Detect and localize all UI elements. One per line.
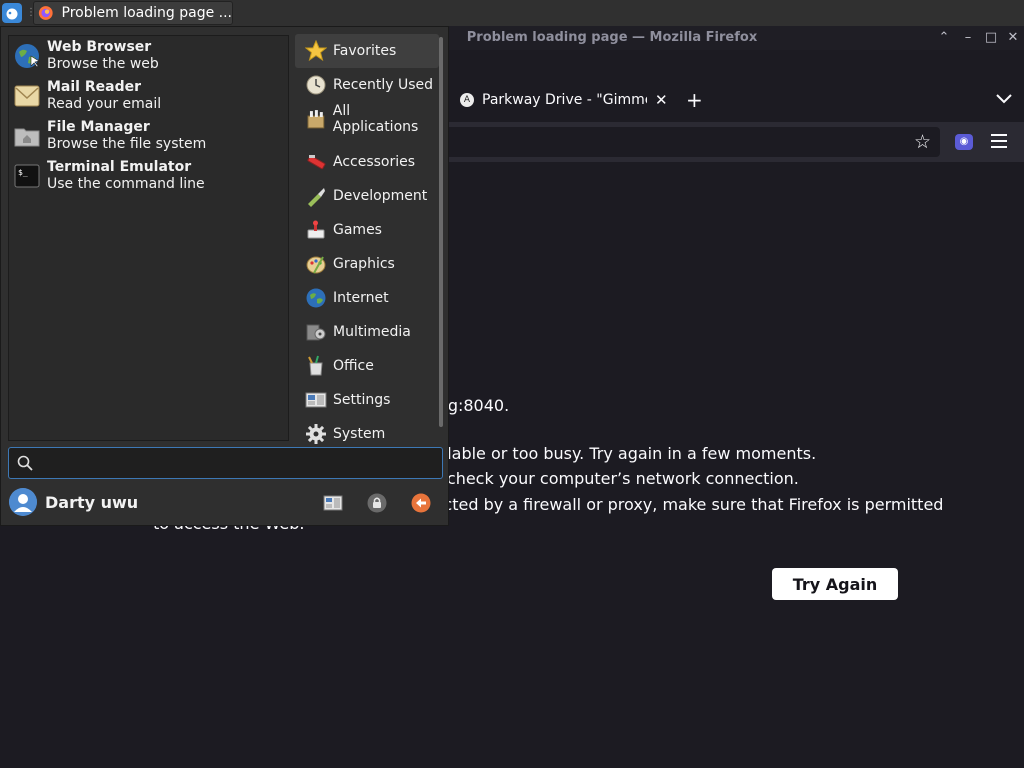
games-icon (307, 220, 325, 239)
search-input[interactable] (41, 452, 435, 476)
category-label: System (333, 426, 386, 442)
star-icon (305, 40, 327, 62)
whisker-menu-icon[interactable] (2, 3, 22, 23)
lock-screen-button[interactable] (367, 493, 387, 513)
try-again-button[interactable]: Try Again (772, 568, 898, 600)
settings-icon (305, 392, 327, 408)
maximize-button[interactable]: □ (983, 30, 999, 46)
category-system[interactable]: System (295, 417, 439, 451)
taskbar-label: Problem loading page ... (61, 5, 232, 21)
whisker-menu: Web Browser Browse the web Mail Reader R… (0, 26, 449, 526)
log-out-button[interactable] (411, 493, 431, 513)
office-icon (308, 355, 323, 376)
close-tab-icon[interactable]: ✕ (655, 91, 668, 109)
favorite-name: Mail Reader (47, 79, 141, 95)
category-label: Accessories (333, 154, 416, 170)
svg-text:$_: $_ (18, 168, 28, 177)
favorite-desc: Browse the web (47, 56, 159, 72)
category-label: Recently Used (333, 77, 434, 93)
tab-favicon-icon: A (460, 93, 474, 107)
gear-icon (306, 424, 326, 444)
category-label: Graphics (333, 256, 395, 272)
development-icon (308, 188, 325, 207)
category-scrollbar[interactable] (439, 37, 443, 427)
category-label: Settings (333, 392, 391, 408)
category-label: Office (333, 358, 374, 374)
palette-icon (306, 256, 326, 274)
chevron-up-icon[interactable]: ⌃ (936, 30, 952, 46)
mail-icon (14, 85, 40, 107)
favorite-name: Terminal Emulator (47, 159, 192, 175)
favorite-desc: Read your email (47, 96, 162, 112)
bookmark-star-icon[interactable]: ☆ (914, 131, 931, 153)
menu-search-box[interactable] (8, 447, 443, 479)
favorite-name: File Manager (47, 119, 150, 135)
terminal-icon: $_ (14, 164, 40, 188)
category-favorites[interactable]: Favorites (295, 34, 439, 68)
category-label: Favorites (333, 43, 397, 59)
category-multimedia[interactable]: Multimedia (295, 315, 439, 349)
category-label: All Applications (332, 103, 419, 135)
firefox-icon (38, 6, 53, 20)
favorite-desc: Use the command line (47, 176, 205, 192)
close-button[interactable]: ✕ (1005, 30, 1021, 46)
category-development[interactable]: Development (295, 179, 439, 213)
category-games[interactable]: Games (295, 213, 439, 247)
favorite-web-browser[interactable]: Web Browser Browse the web (13, 36, 159, 76)
globe-icon (15, 44, 40, 68)
new-tab-button[interactable]: + (686, 88, 703, 112)
chevron-down-icon[interactable] (995, 92, 1013, 106)
category-recently-used[interactable]: Recently Used (295, 68, 439, 102)
app-menu-button[interactable] (991, 134, 1007, 148)
category-graphics[interactable]: Graphics (295, 247, 439, 281)
top-panel: ⋮ Problem loading page ... (0, 0, 1024, 26)
clock-icon (306, 75, 326, 95)
favorite-desc: Browse the file system (47, 136, 207, 152)
tab-parkway-drive[interactable]: A Parkway Drive - "Gimme A D" ✕ (450, 78, 668, 122)
category-label: Multimedia (333, 324, 411, 340)
panel-separator: ⋮ (26, 7, 36, 18)
settings-manager-button[interactable] (323, 493, 343, 513)
user-name: Darty uwu (45, 492, 139, 512)
favorite-terminal-emulator[interactable]: $_ Terminal Emulator Use the command lin… (13, 156, 205, 196)
category-label: Internet (333, 290, 389, 306)
globe-icon (306, 288, 326, 308)
user-info: Darty uwu (9, 488, 138, 516)
favorite-mail-reader[interactable]: Mail Reader Read your email (13, 76, 161, 116)
avatar (9, 488, 37, 516)
minimize-button[interactable]: – (960, 30, 976, 46)
tab-label: Parkway Drive - "Gimme A D" (482, 92, 647, 108)
category-office[interactable]: Office (295, 349, 439, 383)
category-internet[interactable]: Internet (295, 281, 439, 315)
category-label: Development (333, 188, 428, 204)
extension-icon[interactable]: ◉ (955, 134, 973, 150)
category-all-applications[interactable]: All Applications (295, 102, 439, 136)
search-icon (17, 455, 33, 471)
user-avatar-icon (9, 488, 37, 516)
favorite-name: Web Browser (47, 39, 152, 55)
accessories-icon (307, 155, 326, 170)
category-settings[interactable]: Settings (295, 383, 439, 417)
apps-icon (307, 110, 325, 129)
favorite-file-manager[interactable]: File Manager Browse the file system (13, 116, 206, 156)
folder-icon (14, 128, 40, 147)
url-bar[interactable] (440, 127, 940, 157)
taskbar-firefox-button[interactable]: Problem loading page ... (33, 1, 233, 25)
multimedia-icon (306, 324, 326, 341)
favorites-list: Web Browser Browse the web Mail Reader R… (8, 35, 289, 441)
category-accessories[interactable]: Accessories (295, 145, 439, 179)
category-label: Games (333, 222, 382, 238)
